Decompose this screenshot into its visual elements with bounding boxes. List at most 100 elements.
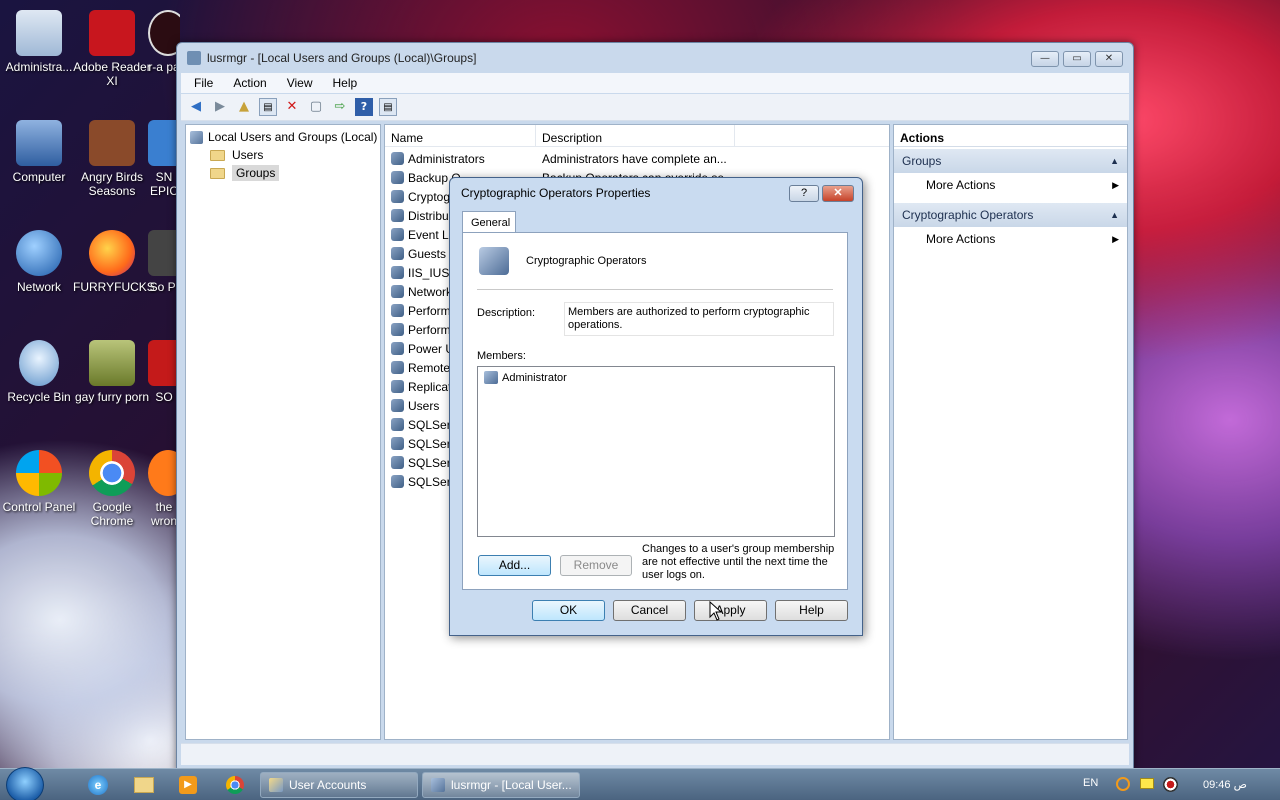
apply-button[interactable]: Apply xyxy=(694,600,767,621)
lusrmgr-icon xyxy=(431,778,445,792)
description-field[interactable]: Members are authorized to perform crypto… xyxy=(564,302,834,336)
minimize-button[interactable]: — xyxy=(1031,51,1059,67)
remove-button[interactable]: Remove xyxy=(560,555,632,576)
start-button[interactable] xyxy=(6,767,44,800)
collapse-icon[interactable]: ▲ xyxy=(1110,210,1119,220)
menu-help[interactable]: Help xyxy=(320,76,365,90)
dialog-close-button[interactable]: ✕ xyxy=(822,185,854,202)
group-name: Guests xyxy=(408,246,447,261)
description-label: Description: xyxy=(477,307,536,319)
members-list[interactable]: Administrator xyxy=(477,366,835,537)
back-icon[interactable]: ◀ xyxy=(187,98,205,116)
menu-action[interactable]: Action xyxy=(220,76,273,90)
control-panel-icon xyxy=(16,450,62,496)
group-description: Administrators have complete an... xyxy=(542,151,727,166)
help-button[interactable]: Help xyxy=(775,600,848,621)
window-titlebar[interactable]: lusrmgr - [Local Users and Groups (Local… xyxy=(177,43,1133,73)
forward-icon[interactable]: ▶ xyxy=(211,98,229,116)
desktop-icon-label: Administra... xyxy=(5,60,73,74)
help-icon[interactable]: ? xyxy=(355,98,373,116)
group-icon xyxy=(391,361,404,374)
desktop-icon-chrome[interactable]: Google Chrome xyxy=(73,450,151,528)
desktop-icon-administrator[interactable]: Administra... xyxy=(0,10,78,74)
up-icon[interactable]: ▲ xyxy=(235,98,253,116)
explorer-folder-icon[interactable] xyxy=(134,777,154,793)
maximize-button[interactable]: ▭ xyxy=(1063,51,1091,67)
show-hide-tree-icon[interactable]: ▤ xyxy=(259,98,277,116)
angry-birds-icon xyxy=(89,120,135,166)
column-header-description[interactable]: Description xyxy=(536,125,735,146)
general-tab-panel: Cryptographic Operators Description: Mem… xyxy=(462,232,848,590)
tree-item-label: Users xyxy=(232,148,264,162)
group-name: Distribu xyxy=(408,208,449,223)
member-item[interactable]: Administrator xyxy=(484,371,828,384)
ie-icon[interactable]: e xyxy=(88,775,108,795)
ok-button[interactable]: OK xyxy=(532,600,605,621)
group-icon xyxy=(391,380,404,393)
action-label: More Actions xyxy=(926,178,996,192)
desktop-icon-video-box[interactable]: gay furry porn xyxy=(73,340,151,404)
group-name: Cryptog xyxy=(408,189,451,204)
desktop-icon-network[interactable]: Network xyxy=(0,230,78,294)
desktop-icon-angry-birds[interactable]: Angry Birds Seasons xyxy=(73,120,151,198)
desktop-icon-firefox[interactable]: FURRYFUCKS xyxy=(73,230,155,294)
volume-tray-icon[interactable] xyxy=(1163,777,1178,792)
language-indicator[interactable]: EN xyxy=(1083,777,1098,789)
chrome-taskbar-icon[interactable] xyxy=(226,776,244,794)
desktop-icon-label: Angry Birds Seasons xyxy=(80,170,144,198)
menu-view[interactable]: View xyxy=(274,76,320,90)
group-icon xyxy=(391,285,404,298)
dialog-help-button[interactable]: ? xyxy=(789,185,819,202)
computer-users-icon xyxy=(190,130,203,144)
tree-pane: Local Users and Groups (Local) Users Gro… xyxy=(185,124,381,740)
clock[interactable]: 09:46 ص xyxy=(1203,778,1247,791)
menu-file[interactable]: File xyxy=(181,76,220,90)
tree-item-users[interactable]: Users xyxy=(186,146,380,164)
close-button[interactable]: ✕ xyxy=(1095,51,1123,67)
user-accounts-icon xyxy=(269,778,283,792)
add-button[interactable]: Add... xyxy=(478,555,551,576)
membership-note: Changes to a user's group membership are… xyxy=(642,543,835,581)
tree-item-groups[interactable]: Groups xyxy=(186,164,380,182)
computer-icon xyxy=(16,120,62,166)
recycle-bin-icon xyxy=(19,340,59,386)
taskbar-item-lusrmgr[interactable]: lusrmgr - [Local User... xyxy=(422,772,580,798)
more-actions-cryptographic-operators[interactable]: More Actions ▶ xyxy=(894,227,1127,251)
chrome-icon xyxy=(89,450,135,496)
group-icon xyxy=(391,171,404,184)
taskbar: e ▶ User Accounts lusrmgr - [Local User.… xyxy=(0,767,1280,800)
desktop-icon-control-panel[interactable]: Control Panel xyxy=(0,450,78,514)
actions-section-cryptographic-operators[interactable]: Cryptographic Operators ▲ xyxy=(894,203,1127,227)
delete-icon[interactable]: ✕ xyxy=(283,98,301,116)
collapse-icon[interactable]: ▲ xyxy=(1110,156,1119,166)
group-icon xyxy=(391,209,404,222)
submenu-arrow-icon: ▶ xyxy=(1112,179,1119,190)
properties-icon[interactable]: ▢ xyxy=(307,98,325,116)
more-actions-groups[interactable]: More Actions ▶ xyxy=(894,173,1127,197)
group-name: Perform xyxy=(408,303,451,318)
desktop-icon-recycle-bin[interactable]: Recycle Bin xyxy=(0,340,78,404)
actions-section-groups[interactable]: Groups ▲ xyxy=(894,149,1127,173)
section-title: Groups xyxy=(902,154,942,168)
group-icon xyxy=(391,190,404,203)
media-player-icon[interactable]: ▶ xyxy=(179,776,197,794)
cancel-button[interactable]: Cancel xyxy=(613,600,686,621)
taskbar-item-user-accounts[interactable]: User Accounts xyxy=(260,772,418,798)
column-header-name[interactable]: Name xyxy=(385,125,536,146)
notification-tray-icon[interactable] xyxy=(1140,778,1154,789)
tree-root-label: Local Users and Groups (Local) xyxy=(208,130,378,144)
show-hide-action-icon[interactable]: ▤ xyxy=(379,98,397,116)
export-icon[interactable]: ⇨ xyxy=(331,98,349,116)
desktop-icon-label: Google Chrome xyxy=(90,500,134,528)
desktop-icon-computer[interactable]: Computer xyxy=(0,120,78,184)
list-item[interactable]: Administrators Administrators have comple… xyxy=(385,149,889,168)
desktop-icon-adobe-reader[interactable]: Adobe Reader XI xyxy=(73,10,151,88)
tab-general[interactable]: General xyxy=(462,211,516,233)
tree-item-label: Groups xyxy=(232,165,280,181)
tree-root[interactable]: Local Users and Groups (Local) xyxy=(186,125,380,146)
adobe-reader-icon xyxy=(89,10,135,56)
group-icon xyxy=(391,152,404,165)
search-tray-icon[interactable] xyxy=(1116,777,1130,791)
group-name-label: Cryptographic Operators xyxy=(526,255,647,267)
actions-header: Actions xyxy=(894,125,1127,147)
